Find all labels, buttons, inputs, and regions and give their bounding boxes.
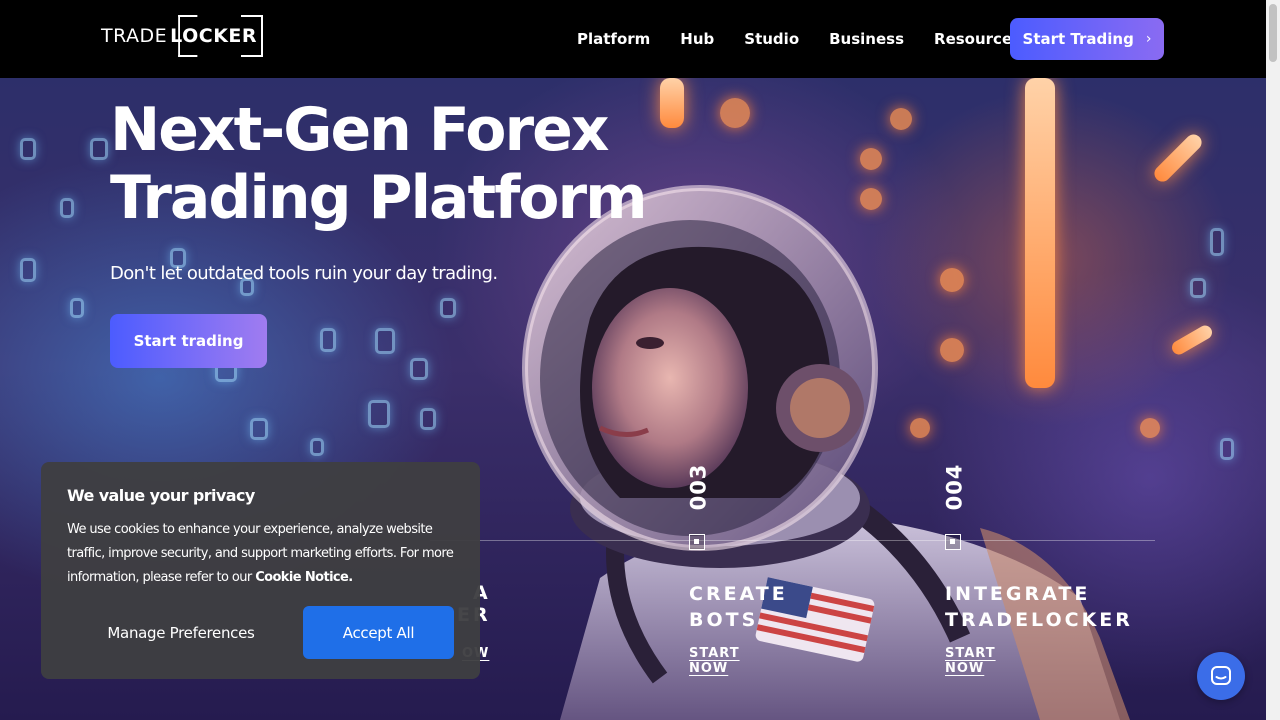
logo-locker-text: LOCKER — [170, 25, 258, 47]
nav-link-resources[interactable]: Resources — [934, 30, 1021, 48]
start-trading-label: Start Trading — [1022, 30, 1134, 48]
top-navigation: TRADE LOCKER Platform Hub Studio Busines… — [0, 0, 1266, 78]
manage-preferences-button[interactable]: Manage Preferences — [81, 606, 281, 659]
chat-bubble-icon — [1211, 666, 1231, 685]
logo-trade-text: TRADE — [101, 25, 168, 47]
nav-link-platform[interactable]: Platform — [577, 30, 650, 48]
cookie-title: We value your privacy — [67, 486, 255, 505]
cookie-notice-link[interactable]: Cookie Notice. — [255, 570, 353, 585]
nav-link-business[interactable]: Business — [829, 30, 904, 48]
hero-title-line-2: Trading Platform — [110, 163, 648, 233]
step-title-line-1: CREATE — [689, 583, 788, 605]
steps-divider — [430, 540, 1155, 541]
hero-title-line-1: Next-Gen Forex — [110, 95, 610, 165]
step-number: 003 — [686, 463, 711, 511]
nav-link-hub[interactable]: Hub — [680, 30, 714, 48]
chat-launcher-button[interactable] — [1197, 652, 1245, 700]
step-start-now-link[interactable]: START NOW — [689, 646, 740, 676]
step-marker-icon — [945, 534, 961, 550]
cookie-body: We use cookies to enhance your experienc… — [67, 518, 459, 590]
step-title: CREATE BOTS — [689, 581, 949, 633]
nav-links: Platform Hub Studio Business Resources — [577, 30, 1021, 48]
scrollbar-thumb[interactable] — [1269, 4, 1277, 62]
hero-title: Next-Gen Forex Trading Platform — [110, 96, 670, 232]
page-scrollbar[interactable] — [1266, 0, 1280, 720]
start-trading-button[interactable]: Start Trading › — [1010, 18, 1164, 60]
logo-bracket: LOCKER — [168, 22, 259, 50]
step-marker-icon — [689, 534, 705, 550]
step-number: 004 — [942, 463, 967, 511]
tradelocker-logo[interactable]: TRADE LOCKER — [101, 16, 259, 56]
step-title: INTEGRATE TRADELOCKER — [945, 581, 1205, 633]
nav-link-studio[interactable]: Studio — [744, 30, 799, 48]
accept-all-button[interactable]: Accept All — [303, 606, 454, 659]
chevron-right-icon: › — [1145, 31, 1152, 47]
step-title-line-2: TRADELOCKER — [945, 609, 1133, 631]
hero-start-trading-button[interactable]: Start trading — [110, 314, 267, 368]
hero-subtitle: Don't let outdated tools ruin your day t… — [110, 263, 498, 284]
step-title-line-2: BOTS — [689, 609, 759, 631]
step-start-now-link[interactable]: START NOW — [945, 646, 996, 676]
cookie-consent-banner: We value your privacy We use cookies to … — [41, 462, 480, 679]
step-title-line-1: INTEGRATE — [945, 583, 1091, 605]
